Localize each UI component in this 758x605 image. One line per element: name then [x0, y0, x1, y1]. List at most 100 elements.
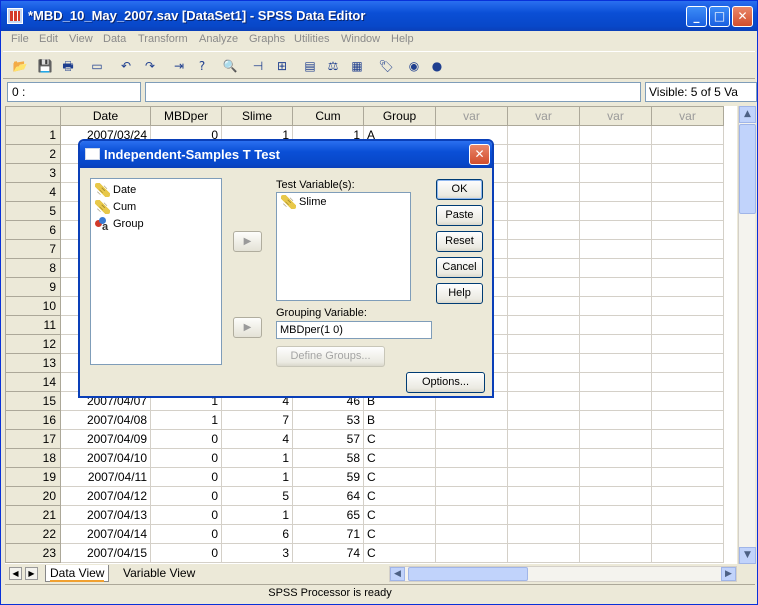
- cell-empty-var[interactable]: [507, 543, 580, 563]
- cell-empty-var[interactable]: [579, 182, 652, 202]
- cell-slime[interactable]: 1: [221, 448, 293, 468]
- cell-empty-var[interactable]: [651, 372, 724, 392]
- options-button[interactable]: Options...: [406, 372, 485, 393]
- cell-empty-var[interactable]: [507, 448, 580, 468]
- row-number[interactable]: 3: [5, 163, 61, 183]
- cell-empty-var[interactable]: [651, 182, 724, 202]
- select-cases-icon[interactable]: ▦: [348, 57, 366, 75]
- cell-empty-var[interactable]: [651, 163, 724, 183]
- test-variables-list[interactable]: Slime: [276, 192, 411, 301]
- cell-empty-var[interactable]: [579, 448, 652, 468]
- define-groups-button[interactable]: Define Groups...: [276, 346, 385, 367]
- cell-slime[interactable]: 1: [221, 505, 293, 525]
- cell-empty-var[interactable]: [507, 486, 580, 506]
- minimize-button[interactable]: _: [686, 6, 707, 27]
- cell-mbdper[interactable]: 0: [150, 467, 222, 487]
- cell-empty-var[interactable]: [507, 467, 580, 487]
- cell-empty-var[interactable]: [651, 448, 724, 468]
- row-number[interactable]: 8: [5, 258, 61, 278]
- cell-empty-var[interactable]: [435, 467, 508, 487]
- dialog-recall-icon[interactable]: ▭: [88, 57, 106, 75]
- scroll-up-arrow-icon[interactable]: ▲: [739, 106, 756, 123]
- cell-empty-var[interactable]: [507, 239, 580, 259]
- move-to-test-variables-arrow-icon[interactable]: ▶: [233, 231, 262, 252]
- cell-empty-var[interactable]: [507, 144, 580, 164]
- goto-case-icon[interactable]: ⇥: [170, 57, 188, 75]
- menu-graphs[interactable]: Graphs: [249, 33, 285, 45]
- cell-empty-var[interactable]: [435, 410, 508, 430]
- cell-date[interactable]: 2007/04/14: [60, 524, 151, 544]
- source-variable-list[interactable]: Date Cum a Group: [90, 178, 222, 365]
- cell-empty-var[interactable]: [579, 258, 652, 278]
- cell-empty-var[interactable]: [579, 201, 652, 221]
- cell-empty-var[interactable]: [435, 524, 508, 544]
- row-number[interactable]: 23: [5, 543, 61, 563]
- cell-empty-var[interactable]: [651, 486, 724, 506]
- cell-mbdper[interactable]: 0: [150, 524, 222, 544]
- cell-mbdper[interactable]: 0: [150, 486, 222, 506]
- list-item-cum[interactable]: Cum: [91, 199, 221, 216]
- tab-data-view[interactable]: Data View: [45, 565, 110, 582]
- cell-cum[interactable]: 74: [292, 543, 364, 563]
- cell-empty-var[interactable]: [651, 524, 724, 544]
- cell-empty-var[interactable]: [579, 296, 652, 316]
- tab-scroll-left-icon[interactable]: ◀: [9, 567, 22, 580]
- row-number[interactable]: 17: [5, 429, 61, 449]
- cell-date[interactable]: 2007/04/13: [60, 505, 151, 525]
- cell-empty-var[interactable]: [651, 429, 724, 449]
- weight-cases-icon[interactable]: ⚖: [324, 57, 342, 75]
- cell-empty-var[interactable]: [507, 505, 580, 525]
- cell-mbdper[interactable]: 1: [150, 410, 222, 430]
- list-item-group[interactable]: a Group: [91, 216, 221, 233]
- cell-mbdper[interactable]: 0: [150, 448, 222, 468]
- save-icon[interactable]: 💾: [36, 57, 54, 75]
- vertical-scroll-thumb[interactable]: [739, 124, 756, 214]
- cell-empty-var[interactable]: [435, 543, 508, 563]
- variables-icon[interactable]: ?: [193, 57, 211, 75]
- cell-empty-var[interactable]: [579, 486, 652, 506]
- cell-slime[interactable]: 5: [221, 486, 293, 506]
- cell-cum[interactable]: 59: [292, 467, 364, 487]
- cell-empty-var[interactable]: [507, 372, 580, 392]
- cell-empty-var[interactable]: [507, 182, 580, 202]
- column-header-var[interactable]: var: [507, 106, 580, 126]
- close-button[interactable]: ✕: [732, 6, 753, 27]
- cell-date[interactable]: 2007/04/10: [60, 448, 151, 468]
- tab-scroll-right-icon[interactable]: ▶: [25, 567, 38, 580]
- cell-empty-var[interactable]: [579, 467, 652, 487]
- row-number[interactable]: 21: [5, 505, 61, 525]
- cell-empty-var[interactable]: [579, 353, 652, 373]
- cell-empty-var[interactable]: [579, 372, 652, 392]
- row-number[interactable]: 20: [5, 486, 61, 506]
- cell-empty-var[interactable]: [651, 410, 724, 430]
- row-number[interactable]: 10: [5, 296, 61, 316]
- cell-group[interactable]: B: [363, 410, 436, 430]
- menu-help[interactable]: Help: [391, 33, 414, 45]
- cell-empty-var[interactable]: [507, 410, 580, 430]
- row-number[interactable]: 5: [5, 201, 61, 221]
- cell-empty-var[interactable]: [579, 391, 652, 411]
- cell-empty-var[interactable]: [579, 144, 652, 164]
- corner-cell[interactable]: [5, 106, 61, 126]
- cell-empty-var[interactable]: [651, 296, 724, 316]
- scroll-right-arrow-icon[interactable]: ▶: [721, 567, 736, 581]
- cell-empty-var[interactable]: [435, 448, 508, 468]
- row-number[interactable]: 2: [5, 144, 61, 164]
- split-file-icon[interactable]: ▤: [301, 57, 319, 75]
- row-number[interactable]: 4: [5, 182, 61, 202]
- row-number[interactable]: 16: [5, 410, 61, 430]
- maximize-button[interactable]: □: [709, 6, 730, 27]
- cell-empty-var[interactable]: [651, 353, 724, 373]
- cell-empty-var[interactable]: [579, 429, 652, 449]
- use-sets-icon[interactable]: ◉: [405, 57, 423, 75]
- cell-empty-var[interactable]: [579, 277, 652, 297]
- list-item-slime[interactable]: Slime: [277, 194, 410, 211]
- find-icon[interactable]: 🔍: [221, 57, 239, 75]
- cell-empty-var[interactable]: [579, 239, 652, 259]
- cell-empty-var[interactable]: [651, 334, 724, 354]
- cell-empty-var[interactable]: [651, 505, 724, 525]
- cell-mbdper[interactable]: 0: [150, 429, 222, 449]
- cell-empty-var[interactable]: [507, 296, 580, 316]
- cell-slime[interactable]: 6: [221, 524, 293, 544]
- cell-empty-var[interactable]: [651, 543, 724, 563]
